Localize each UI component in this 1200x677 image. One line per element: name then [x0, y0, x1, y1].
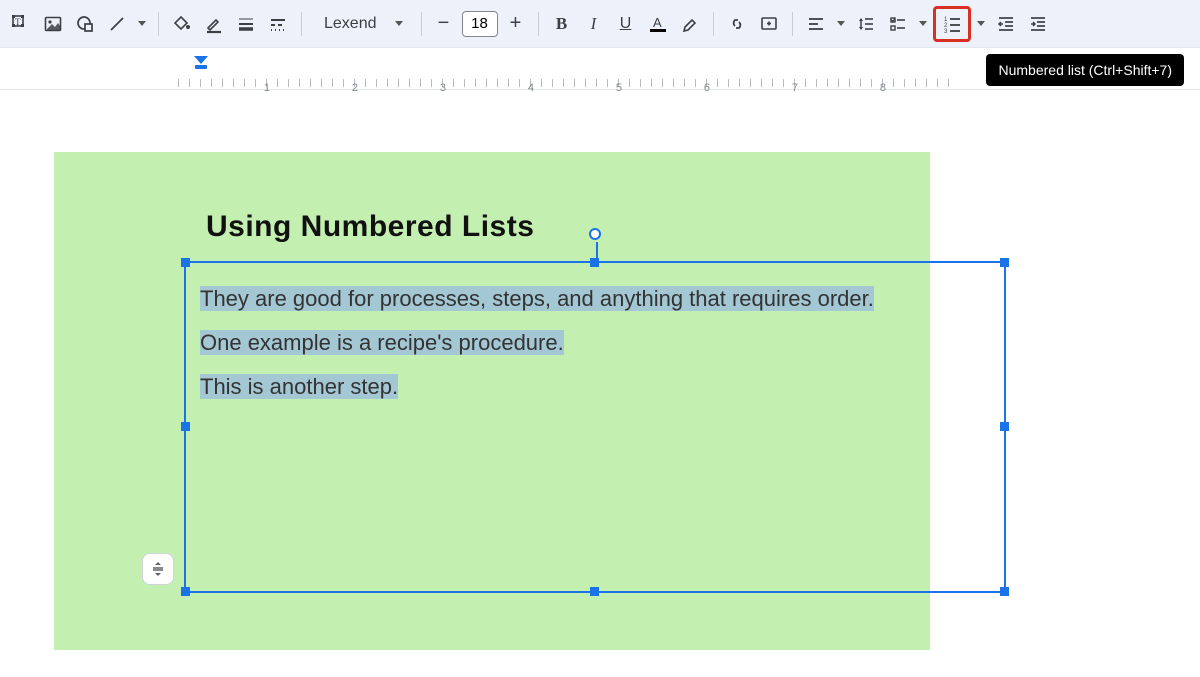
highlight-color-button[interactable] [675, 8, 705, 40]
text-box[interactable]: They are good for processes, steps, and … [184, 261, 1006, 593]
border-weight-icon[interactable] [231, 8, 261, 40]
numbered-list-tooltip: Numbered list (Ctrl+Shift+7) [986, 54, 1184, 86]
ruler-mark: 6 [704, 82, 710, 94]
text-box-content[interactable]: They are good for processes, steps, and … [186, 263, 1004, 409]
rotate-handle[interactable] [589, 228, 601, 240]
separator [158, 12, 159, 36]
resize-handle[interactable] [181, 258, 190, 267]
ruler-mark: 8 [880, 82, 886, 94]
slide-stage[interactable]: Using Numbered Lists They are good for p… [0, 100, 1200, 677]
slide-title[interactable]: Using Numbered Lists [206, 210, 534, 244]
font-size-input[interactable] [462, 11, 498, 37]
increase-indent-button[interactable] [1023, 8, 1053, 40]
numbered-list-button[interactable]: 123 [933, 6, 971, 42]
svg-text:T: T [15, 17, 21, 27]
font-size-group: − + [430, 10, 530, 38]
align-dropdown[interactable] [833, 8, 849, 40]
line-icon[interactable] [102, 8, 132, 40]
bold-button[interactable]: B [547, 8, 577, 40]
ruler-mark: 4 [528, 82, 534, 94]
decrease-font-button[interactable]: − [430, 10, 458, 38]
ruler-mark: 1 [264, 82, 270, 94]
separator [713, 12, 714, 36]
resize-handle[interactable] [590, 587, 599, 596]
numbered-list-dropdown[interactable] [973, 8, 989, 40]
checklist-button[interactable] [883, 8, 913, 40]
text-color-button[interactable]: A [643, 8, 673, 40]
increase-font-button[interactable]: + [502, 10, 530, 38]
separator [301, 12, 302, 36]
resize-handle[interactable] [590, 258, 599, 267]
resize-handle[interactable] [1000, 258, 1009, 267]
svg-text:A: A [653, 15, 662, 30]
chevron-down-icon [395, 21, 403, 26]
autofit-button[interactable] [142, 553, 174, 585]
link-button[interactable] [722, 8, 752, 40]
text-line: They are good for processes, steps, and … [200, 277, 992, 321]
comment-button[interactable] [754, 8, 784, 40]
decrease-indent-button[interactable] [991, 8, 1021, 40]
toolbar: T Lexend − + B I U A [0, 0, 1200, 48]
separator [421, 12, 422, 36]
resize-handle[interactable] [1000, 422, 1009, 431]
image-icon[interactable] [38, 8, 68, 40]
italic-button[interactable]: I [579, 8, 609, 40]
line-dropdown[interactable] [134, 8, 150, 40]
line-spacing-button[interactable] [851, 8, 881, 40]
ruler-mark: 3 [440, 82, 446, 94]
separator [538, 12, 539, 36]
border-dash-icon[interactable] [263, 8, 293, 40]
font-name: Lexend [324, 15, 377, 33]
font-select[interactable]: Lexend [310, 8, 413, 40]
border-color-icon[interactable] [199, 8, 229, 40]
checklist-dropdown[interactable] [915, 8, 931, 40]
align-button[interactable] [801, 8, 831, 40]
separator [792, 12, 793, 36]
resize-handle[interactable] [181, 422, 190, 431]
text-line: One example is a recipe's procedure. [200, 321, 992, 365]
fill-color-icon[interactable] [167, 8, 197, 40]
ruler-mark: 5 [616, 82, 622, 94]
text-line: This is another step. [200, 365, 992, 409]
slide[interactable]: Using Numbered Lists They are good for p… [54, 152, 930, 650]
resize-handle[interactable] [181, 587, 190, 596]
svg-text:3: 3 [944, 29, 948, 33]
select-tool-icon[interactable]: T [6, 8, 36, 40]
underline-button[interactable]: U [611, 8, 641, 40]
shape-icon[interactable] [70, 8, 100, 40]
resize-handle[interactable] [1000, 587, 1009, 596]
ruler-mark: 2 [352, 82, 358, 94]
ruler-mark: 7 [792, 82, 798, 94]
